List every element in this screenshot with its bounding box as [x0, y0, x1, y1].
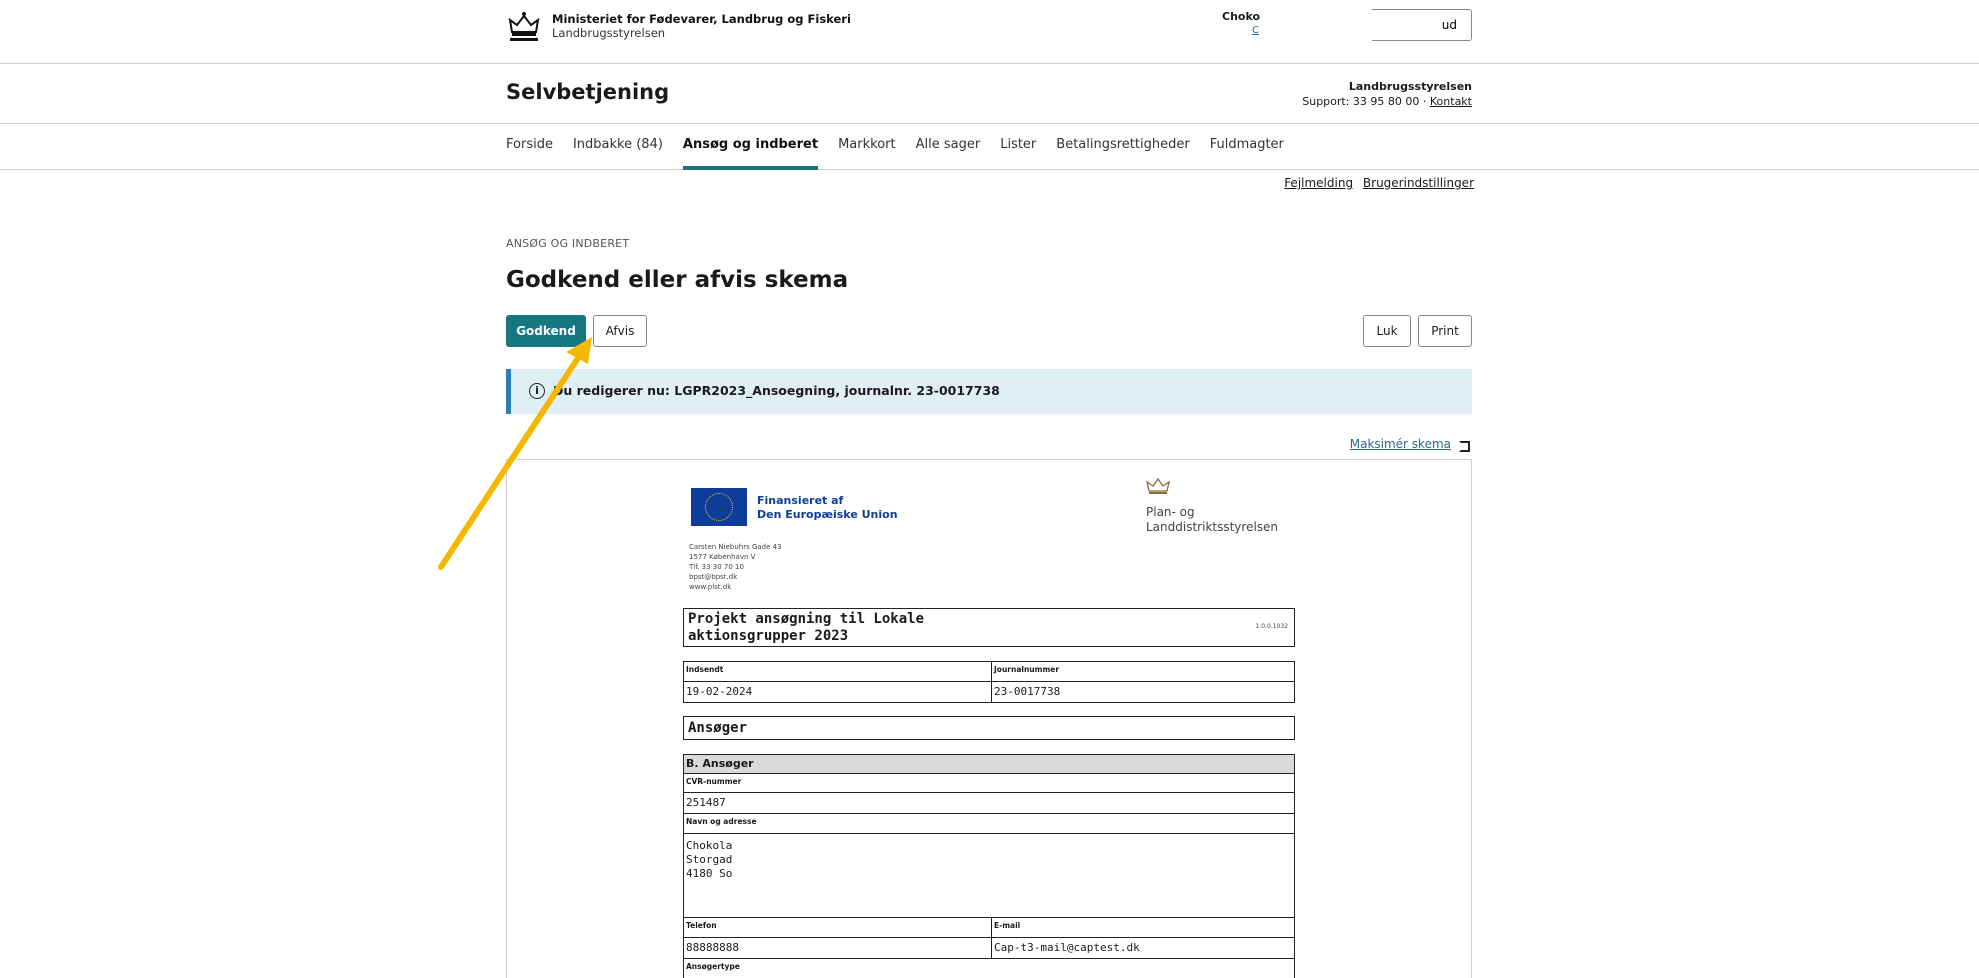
nav-item-markkort[interactable]: Markkort	[838, 124, 896, 170]
phone-label: Telefon	[686, 921, 717, 930]
nav-item-forside[interactable]: Forside	[506, 124, 553, 170]
section-b-heading: B. Ansøger	[683, 754, 1295, 774]
user-profile-link[interactable]: C	[1252, 26, 1392, 36]
eu-flag-icon	[691, 488, 747, 526]
cvr-value: 251487	[686, 796, 726, 809]
applicant-type-label-row: Ansøgertype	[683, 959, 1295, 978]
page-title: Godkend eller afvis skema	[506, 267, 849, 293]
name-address-label-row: Navn og adresse	[683, 814, 1295, 834]
agency-name-doc: Plan- og Landdistriktsstyrelsen	[1146, 505, 1278, 535]
name-line: Storgad	[686, 853, 733, 866]
nav-item-fuldmagter[interactable]: Fuldmagter	[1210, 124, 1284, 170]
reject-button[interactable]: Afvis	[593, 315, 647, 347]
info-text: Du redigerer nu: LGPR2023_Ansoegning, jo…	[553, 383, 1000, 398]
contact-label-row: Telefon E-mail	[683, 918, 1295, 938]
print-button[interactable]: Print	[1418, 315, 1472, 347]
form-version: 1.0.0.1032	[1255, 623, 1288, 630]
redacted-user-area	[1262, 9, 1372, 41]
address-line: bpst@bpst.dk	[689, 573, 738, 581]
agency-name: Landbrugsstyrelsen	[552, 26, 666, 40]
eu-line-1: Finansieret af	[757, 494, 844, 507]
support-phone: Support: 33 95 80 00 ·	[1302, 95, 1430, 108]
utility-links: Fejlmelding Brugerindstillinger	[1278, 176, 1474, 190]
address-line: Carsten Niebuhrs Gade 43	[689, 543, 782, 551]
support-info: Landbrugsstyrelsen Support: 33 95 80 00 …	[1302, 79, 1472, 109]
eu-line-2: Den Europæiske Union	[757, 508, 898, 521]
logout-button[interactable]: ud	[1370, 9, 1472, 41]
name-address-value-row: Chokola Storgad 4180 So	[683, 834, 1295, 918]
crown-icon	[1146, 477, 1170, 494]
address-line: www.plst.dk	[689, 583, 732, 591]
form-title-box: Projekt ansøgning til Lokale aktionsgrup…	[683, 608, 1295, 647]
nav-item-ansoeg-og-indberet[interactable]: Ansøg og indberet	[682, 124, 819, 170]
agency-address: Carsten Niebuhrs Gade 43 1577 København …	[689, 542, 782, 592]
phone-value: 88888888	[686, 941, 739, 954]
close-button[interactable]: Luk	[1363, 315, 1411, 347]
nav-item-betalingsrettigheder[interactable]: Betalingsrettigheder	[1056, 124, 1189, 170]
ministry-name: Ministeriet for Fødevarer, Landbrug og F…	[552, 12, 851, 26]
error-report-link[interactable]: Fejlmelding	[1284, 176, 1353, 190]
email-label: E-mail	[991, 918, 1296, 937]
submission-value-row: 19-02-2024 23-0017738	[683, 682, 1295, 703]
form-title-line-2: aktionsgrupper 2023	[688, 628, 849, 644]
address-line: 1577 København V	[689, 553, 756, 561]
info-icon: i	[529, 383, 545, 399]
top-header: Ministeriet for Fødevarer, Landbrug og F…	[0, 0, 1979, 64]
nav-item-lister[interactable]: Lister	[1000, 124, 1036, 170]
name-address-label: Navn og adresse	[686, 817, 757, 826]
form-document: Finansieret af Den Europæiske Union Cars…	[679, 460, 1299, 978]
nav-item-alle-sager[interactable]: Alle sager	[916, 124, 981, 170]
form-title-line-1: Projekt ansøgning til Lokale	[688, 611, 925, 627]
main-nav-bar: Forside Indbakke (84) Ansøg og indberet …	[0, 124, 1979, 170]
journal-label: Journalnummer	[991, 662, 1296, 681]
user-link-fragment: C	[1252, 25, 1259, 36]
submitted-value: 19-02-2024	[686, 685, 753, 698]
agency-line-1: Plan- og	[1146, 505, 1195, 519]
maximize-form-link[interactable]: Maksimér skema	[1350, 437, 1451, 451]
crown-icon	[508, 12, 540, 41]
nav-item-indbakke[interactable]: Indbakke (84)	[573, 124, 663, 170]
site-title: Selvbetjening	[506, 80, 670, 104]
site-title-bar: Selvbetjening Landbrugsstyrelsen Support…	[0, 64, 1979, 124]
address-line: Tlf. 33 30 70 10	[689, 563, 744, 571]
email-value: Cap-t3-mail@captest.dk	[991, 938, 1296, 958]
name-line: 4180 So	[686, 867, 733, 880]
contact-link[interactable]: Kontakt	[1430, 95, 1472, 108]
user-settings-link[interactable]: Brugerindstillinger	[1363, 176, 1474, 190]
agency-line-2: Landdistriktsstyrelsen	[1146, 520, 1279, 534]
journal-value: 23-0017738	[991, 682, 1296, 702]
support-org: Landbrugsstyrelsen	[1348, 80, 1472, 93]
form-title: Projekt ansøgning til Lokale aktionsgrup…	[688, 611, 924, 645]
submission-label-row: Indsendt Journalnummer	[683, 661, 1295, 682]
ministry-logo[interactable]: Ministeriet for Fødevarer, Landbrug og F…	[506, 8, 851, 44]
name-address-value: Chokola Storgad 4180 So	[684, 834, 1296, 917]
cvr-value-row: 251487	[683, 793, 1295, 814]
applicant-type-label: Ansøgertype	[686, 962, 740, 971]
eu-funding-text: Finansieret af Den Europæiske Union	[757, 494, 898, 522]
main-nav: Forside Indbakke (84) Ansøg og indberet …	[506, 124, 1304, 170]
info-banner: i Du redigerer nu: LGPR2023_Ansoegning, …	[506, 369, 1472, 414]
cvr-label: CVR-nummer	[686, 777, 742, 786]
user-name: Choko	[1222, 10, 1261, 23]
approve-button[interactable]: Godkend	[506, 315, 586, 347]
maximize-icon[interactable]	[1459, 441, 1470, 452]
eu-stars-icon	[705, 493, 733, 521]
name-line: Chokola	[686, 839, 733, 852]
form-viewer[interactable]: Finansieret af Den Europæiske Union Cars…	[506, 459, 1472, 978]
contact-value-row: 88888888 Cap-t3-mail@captest.dk	[683, 938, 1295, 959]
applicant-heading: Ansøger	[683, 716, 1295, 740]
cvr-label-row: CVR-nummer	[683, 774, 1295, 793]
breadcrumb: ANSØG OG INDBERET	[506, 237, 630, 250]
submitted-label: Indsendt	[686, 665, 724, 674]
